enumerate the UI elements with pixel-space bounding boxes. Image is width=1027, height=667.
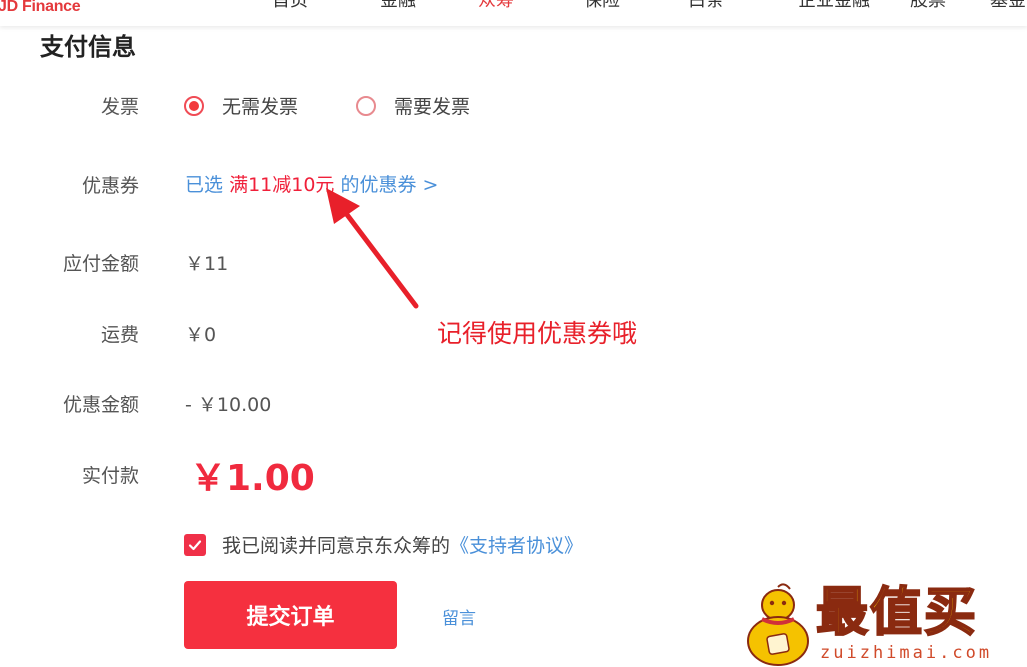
top-navbar: JD Finance 首页 金融 众筹 保险 白条 企业金融 股票 基金 (0, 0, 1027, 26)
shipping-label: 运费 (100, 324, 139, 346)
radio-no-invoice-label: 无需发票 (222, 96, 299, 118)
agreement-checkbox[interactable] (184, 533, 206, 556)
discount-label: 优惠金额 (62, 394, 139, 416)
check-icon (188, 539, 202, 550)
nav-item-enterprise[interactable]: 企业金融 (798, 0, 870, 12)
coupon-suffix: 的优惠券 > (340, 174, 439, 196)
coupon-name: 满11减10元 (229, 174, 335, 196)
nav-item-stocks[interactable]: 股票 (910, 0, 946, 12)
leave-message-link[interactable]: 留言 (442, 604, 476, 629)
shipping-value: ￥0 (185, 324, 217, 346)
coupon-label: 优惠券 (81, 175, 139, 197)
nav-item-funds[interactable]: 基金 (990, 0, 1026, 12)
radio-no-invoice[interactable]: 无需发票 (184, 92, 298, 119)
brand-logo[interactable]: JD Finance (0, 0, 81, 16)
watermark: 最值买 zuizhimai.com (738, 582, 1027, 667)
payable-label: 应付金额 (62, 253, 139, 275)
gourd-mascot-icon (747, 583, 809, 666)
agreement-link[interactable]: 《支持者协议》 (450, 531, 583, 558)
invoice-label: 发票 (100, 96, 139, 118)
page: JD Finance 首页 金融 众筹 保险 白条 企业金融 股票 基金 支付信… (0, 0, 1027, 667)
coupon-selector[interactable]: 已选 满11减10元 的优惠券 > (185, 170, 438, 197)
agreement-row: 我已阅读并同意京东众筹的 《支持者协议》 (184, 531, 583, 558)
actual-amount: ￥1.00 (190, 458, 315, 499)
payable-value: ￥11 (185, 253, 229, 275)
nav-item-baitiao[interactable]: 白条 (688, 0, 724, 12)
coupon-prefix: 已选 (185, 174, 224, 196)
submit-order-button[interactable]: 提交订单 (184, 581, 397, 649)
discount-value: - ￥10.00 (185, 394, 272, 416)
radio-unchecked-icon (356, 95, 376, 116)
radio-need-invoice-label: 需要发票 (394, 96, 471, 118)
nav-item-insurance[interactable]: 保险 (584, 0, 620, 12)
watermark-title: 最值买 (815, 582, 979, 644)
nav-item-home[interactable]: 首页 (272, 0, 308, 12)
nav-item-crowdfunding[interactable]: 众筹 (478, 0, 514, 12)
actual-label: 实付款 (81, 465, 139, 487)
watermark-subtitle: zuizhimai.com (820, 643, 993, 663)
agreement-text: 我已阅读并同意京东众筹的 (222, 535, 451, 557)
section-title: 支付信息 (40, 33, 136, 61)
radio-checked-icon (184, 95, 204, 116)
annotation-text: 记得使用优惠券哦 (437, 319, 638, 348)
nav-item-finance[interactable]: 金融 (380, 0, 416, 12)
radio-need-invoice[interactable]: 需要发票 (356, 92, 470, 119)
